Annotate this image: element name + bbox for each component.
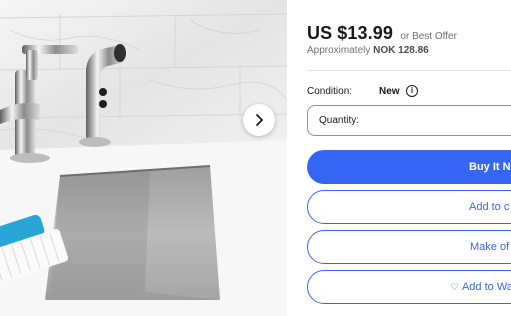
- approx-value: NOK 128.86: [373, 45, 429, 56]
- condition-label: Condition:: [307, 86, 353, 97]
- product-image[interactable]: [0, 0, 287, 316]
- make-offer-button[interactable]: Make of: [307, 230, 511, 264]
- heart-icon: ♡: [450, 282, 459, 293]
- info-icon[interactable]: i: [406, 85, 418, 97]
- add-to-watchlist-button[interactable]: ♡ Add to Wa: [307, 270, 511, 304]
- price: US $13.99: [307, 23, 393, 43]
- buy-now-label: Buy It No: [469, 161, 511, 173]
- quantity-label: Quantity:: [319, 115, 360, 126]
- purchase-panel: US $13.99 or Best Offer Approximately NO…: [307, 0, 511, 316]
- approximate-price: Approximately NOK 128.86: [307, 45, 429, 56]
- quantity-field[interactable]: Quantity:: [307, 105, 511, 136]
- make-offer-label: Make of: [470, 241, 510, 253]
- condition-value: New: [379, 86, 400, 97]
- buy-now-button[interactable]: Buy It No: [307, 150, 511, 184]
- best-offer-text: or Best Offer: [400, 31, 457, 42]
- sink-faucet-photo: [0, 0, 287, 316]
- approx-prefix: Approximately: [307, 45, 371, 56]
- next-image-button[interactable]: [243, 104, 275, 136]
- add-to-cart-label: Add to c: [469, 201, 510, 213]
- price-row: US $13.99 or Best Offer: [307, 23, 457, 44]
- add-to-watchlist-label: Add to Wa: [461, 281, 511, 293]
- add-to-cart-button[interactable]: Add to c: [307, 190, 511, 224]
- divider: [307, 70, 511, 71]
- chevron-right-icon: [256, 114, 263, 126]
